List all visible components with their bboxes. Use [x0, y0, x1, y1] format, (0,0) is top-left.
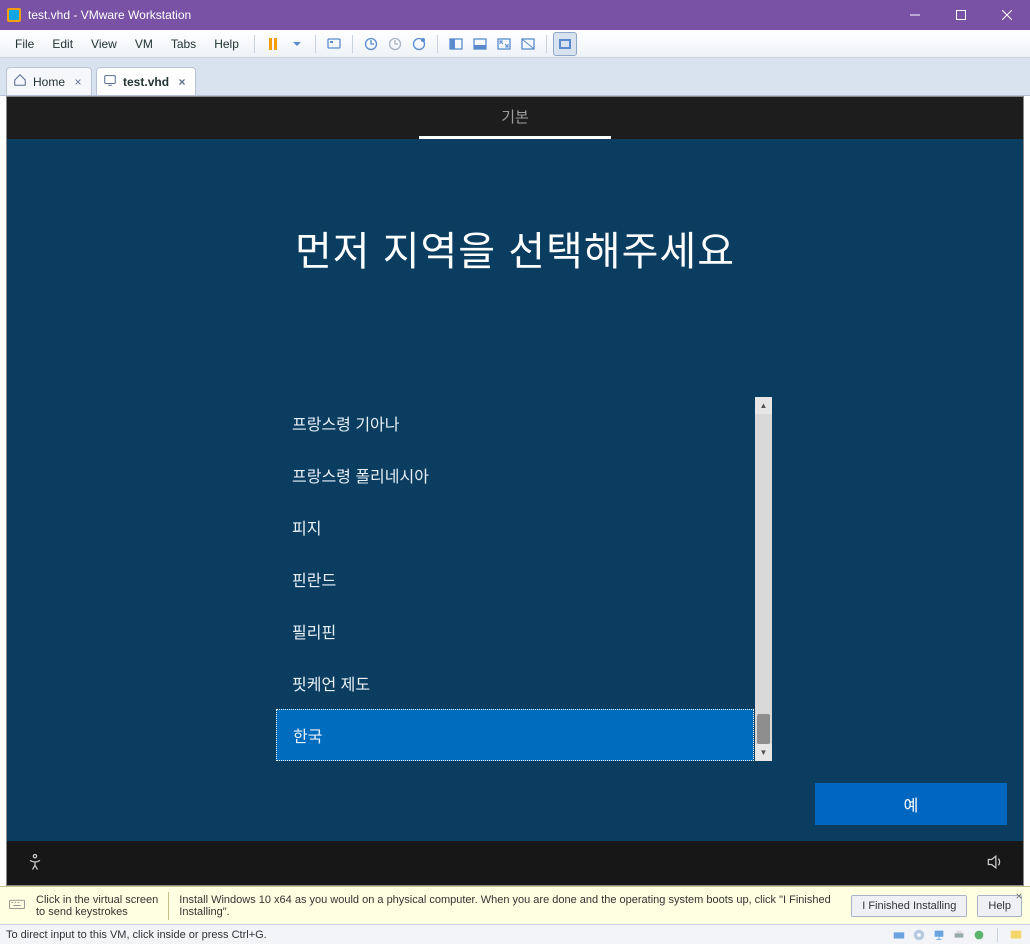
pause-button[interactable] — [261, 32, 285, 56]
unity-button[interactable] — [516, 32, 540, 56]
separator — [168, 892, 169, 920]
manage-snapshot-button[interactable] — [407, 32, 431, 56]
tab-label: Home — [33, 75, 65, 89]
pause-icon — [269, 38, 277, 50]
window-title: test.vhd - VMware Workstation — [28, 8, 892, 22]
info-message: Install Windows 10 x64 as you would on a… — [179, 894, 841, 918]
stretch-button[interactable] — [492, 32, 516, 56]
status-bar: To direct input to this VM, click inside… — [0, 924, 1030, 944]
yes-button[interactable]: 예 — [815, 783, 1007, 825]
menu-tabs[interactable]: Tabs — [162, 33, 205, 55]
region-item[interactable]: 피지 — [276, 501, 754, 553]
region-item-selected[interactable]: 한국 — [276, 709, 754, 761]
app-icon — [6, 7, 22, 23]
message-icon[interactable] — [1008, 927, 1024, 943]
tab-label: test.vhd — [123, 75, 169, 89]
sound-icon[interactable] — [971, 927, 987, 943]
oobe-heading: 먼저 지역을 선택해주세요 — [295, 219, 735, 277]
oobe-bottombar — [7, 841, 1023, 885]
separator — [437, 35, 438, 53]
separator — [315, 35, 316, 53]
cd-icon[interactable] — [911, 927, 927, 943]
vm-icon — [103, 73, 117, 90]
region-item[interactable]: 프랑스령 폴리네시아 — [276, 449, 754, 501]
info-bar: Click in the virtual screen to send keys… — [0, 886, 1030, 924]
menu-help[interactable]: Help — [205, 33, 248, 55]
oobe-tab-basic[interactable]: 기본 — [419, 97, 611, 139]
menubar: File Edit View VM Tabs Help — [0, 30, 1030, 58]
vm-screen[interactable]: 기본 먼저 지역을 선택해주세요 프랑스령 기아나 프랑스령 폴리네시아 피지 … — [6, 96, 1024, 886]
close-tab-button[interactable]: × — [175, 75, 189, 89]
close-tab-button[interactable]: × — [71, 75, 85, 89]
scroll-down-button[interactable]: ▼ — [755, 744, 772, 761]
disk-icon[interactable] — [891, 927, 907, 943]
region-list: 프랑스령 기아나 프랑스령 폴리네시아 피지 핀란드 필리핀 핏케언 제도 한국… — [276, 397, 754, 761]
finished-installing-button[interactable]: I Finished Installing — [851, 895, 967, 917]
yes-button-label: 예 — [904, 792, 919, 816]
separator — [254, 35, 255, 53]
fit-guest-button[interactable] — [444, 32, 468, 56]
maximize-button[interactable] — [938, 0, 984, 30]
printer-icon[interactable] — [951, 927, 967, 943]
menu-view[interactable]: View — [82, 33, 126, 55]
home-icon — [13, 73, 27, 90]
send-ctrl-alt-del-button[interactable] — [322, 32, 346, 56]
info-hint-line2: to send keystrokes — [36, 906, 158, 918]
revert-snapshot-button[interactable] — [383, 32, 407, 56]
network-icon[interactable] — [931, 927, 947, 943]
fullscreen-button[interactable] — [553, 32, 577, 56]
volume-icon[interactable] — [985, 852, 1005, 875]
fit-window-button[interactable] — [468, 32, 492, 56]
snapshot-button[interactable] — [359, 32, 383, 56]
tabbar: Home × test.vhd × — [0, 58, 1030, 96]
close-button[interactable] — [984, 0, 1030, 30]
accessibility-icon[interactable] — [25, 852, 45, 875]
menu-file[interactable]: File — [6, 33, 43, 55]
region-scrollbar[interactable]: ▲ ▼ — [755, 397, 772, 761]
oobe-body: 먼저 지역을 선택해주세요 프랑스령 기아나 프랑스령 폴리네시아 피지 핀란드… — [7, 139, 1023, 841]
titlebar: test.vhd - VMware Workstation — [0, 0, 1030, 30]
keyboard-icon — [8, 895, 26, 916]
region-item[interactable]: 핀란드 — [276, 553, 754, 605]
status-message: To direct input to this VM, click inside… — [6, 929, 267, 941]
info-hint-line1: Click in the virtual screen — [36, 894, 158, 906]
menu-vm[interactable]: VM — [126, 33, 162, 55]
separator — [352, 35, 353, 53]
power-dropdown[interactable] — [285, 32, 309, 56]
window-controls — [892, 0, 1030, 30]
menu-edit[interactable]: Edit — [43, 33, 82, 55]
vm-viewport: 기본 먼저 지역을 선택해주세요 프랑스령 기아나 프랑스령 폴리네시아 피지 … — [0, 96, 1030, 886]
minimize-button[interactable] — [892, 0, 938, 30]
scroll-thumb[interactable] — [757, 714, 770, 744]
info-hint: Click in the virtual screen to send keys… — [36, 894, 158, 918]
oobe-tabbar: 기본 — [7, 97, 1023, 139]
region-item[interactable]: 필리핀 — [276, 605, 754, 657]
tab-vm[interactable]: test.vhd × — [96, 67, 196, 95]
separator — [546, 35, 547, 53]
separator — [997, 928, 998, 942]
scroll-up-button[interactable]: ▲ — [755, 397, 772, 414]
region-item[interactable]: 핏케언 제도 — [276, 657, 754, 709]
tab-home[interactable]: Home × — [6, 67, 92, 95]
region-item[interactable]: 프랑스령 기아나 — [276, 397, 754, 449]
scroll-track[interactable] — [755, 414, 772, 744]
oobe-tab-label: 기본 — [501, 106, 529, 127]
status-icons — [891, 927, 1024, 943]
info-close-button[interactable]: × — [1012, 889, 1026, 903]
